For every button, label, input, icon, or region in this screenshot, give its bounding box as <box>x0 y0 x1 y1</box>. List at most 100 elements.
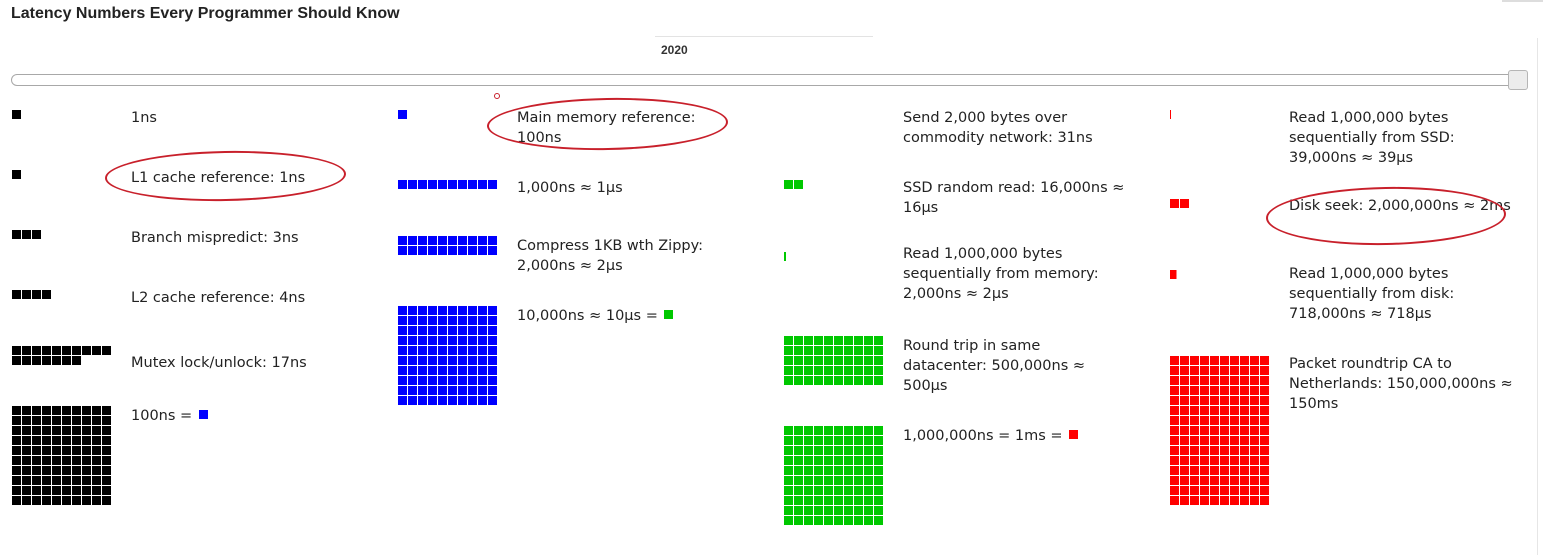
latency-square <box>478 180 487 189</box>
latency-square <box>1250 466 1259 475</box>
latency-square <box>794 446 803 455</box>
year-slider-handle[interactable] <box>1508 70 1528 90</box>
latency-square <box>468 366 477 375</box>
latency-square <box>32 426 41 435</box>
latency-square <box>1230 466 1239 475</box>
latency-square <box>82 466 91 475</box>
latency-label: Branch mispredict: 3ns <box>131 230 299 246</box>
latency-square <box>784 336 793 345</box>
latency-square <box>1260 486 1269 495</box>
latency-square <box>72 456 81 465</box>
latency-square <box>52 466 61 475</box>
latency-square <box>478 376 487 385</box>
latency-square <box>82 476 91 485</box>
latency-square <box>1210 386 1219 395</box>
latency-square <box>92 456 101 465</box>
latency-square <box>82 416 91 425</box>
latency-square <box>52 456 61 465</box>
latency-square <box>1200 366 1209 375</box>
latency-square <box>844 446 853 455</box>
latency-square <box>438 396 447 405</box>
latency-label: Disk seek: 2,000,000ns ≈ 2ms <box>1289 198 1511 214</box>
latency-square <box>62 486 71 495</box>
latency-square <box>814 516 823 525</box>
latency-square <box>854 356 863 365</box>
latency-square <box>1170 376 1179 385</box>
latency-square <box>1180 386 1189 395</box>
latency-square <box>398 356 407 365</box>
latency-square <box>1230 376 1239 385</box>
square-grid <box>1170 199 1269 208</box>
latency-square <box>468 336 477 345</box>
year-slider-track[interactable] <box>11 74 1526 86</box>
latency-square <box>824 376 833 385</box>
latency-square <box>458 326 467 335</box>
latency-square <box>22 456 31 465</box>
latency-square <box>22 496 31 505</box>
latency-square <box>834 346 843 355</box>
latency-square <box>1220 376 1229 385</box>
latency-square <box>1180 376 1189 385</box>
square-grid <box>12 346 111 365</box>
latency-square <box>874 356 883 365</box>
latency-square <box>784 496 793 505</box>
latency-square <box>844 376 853 385</box>
latency-square <box>814 426 823 435</box>
latency-square <box>834 376 843 385</box>
latency-square <box>398 376 407 385</box>
latency-square <box>1180 356 1189 365</box>
latency-square <box>92 486 101 495</box>
latency-square <box>478 336 487 345</box>
latency-square <box>834 436 843 445</box>
latency-square <box>1200 476 1209 485</box>
latency-square <box>1230 386 1239 395</box>
latency-square <box>92 406 101 415</box>
latency-square <box>784 476 793 485</box>
latency-square <box>398 316 407 325</box>
latency-square <box>804 436 813 445</box>
latency-square <box>488 326 497 335</box>
latency-square <box>32 230 41 239</box>
latency-square <box>468 306 477 315</box>
latency-square <box>1250 426 1259 435</box>
latency-square <box>1220 496 1229 505</box>
latency-square <box>804 456 813 465</box>
latency-square <box>408 180 417 189</box>
latency-square <box>844 456 853 465</box>
latency-square <box>408 246 417 255</box>
latency-square <box>488 246 497 255</box>
latency-square <box>102 426 111 435</box>
latency-square <box>784 346 793 355</box>
latency-label: Compress 1KB wth Zippy: 2,000ns ≈ 2μs <box>517 238 704 274</box>
latency-square <box>408 356 417 365</box>
latency-square <box>854 456 863 465</box>
latency-square <box>22 476 31 485</box>
latency-square <box>458 386 467 395</box>
latency-label: Packet roundtrip CA to Netherlands: 150,… <box>1289 356 1513 412</box>
latency-square <box>804 486 813 495</box>
square-grid <box>784 180 883 189</box>
latency-square <box>72 446 81 455</box>
latency-square <box>458 346 467 355</box>
latency-square <box>824 356 833 365</box>
latency-square <box>1210 476 1219 485</box>
latency-square <box>32 290 41 299</box>
latency-square <box>1230 356 1239 365</box>
latency-square <box>1200 496 1209 505</box>
latency-square <box>834 446 843 455</box>
latency-square <box>478 316 487 325</box>
latency-square <box>824 436 833 445</box>
latency-square <box>52 436 61 445</box>
latency-square <box>52 446 61 455</box>
latency-square <box>32 476 41 485</box>
latency-square <box>102 446 111 455</box>
latency-square <box>1260 366 1269 375</box>
latency-square <box>834 506 843 515</box>
latency-square <box>1180 476 1189 485</box>
latency-label: Round trip in same datacenter: 500,000ns… <box>903 338 1086 394</box>
latency-label: 10,000ns ≈ 10μs = <box>517 306 743 326</box>
latency-square <box>854 336 863 345</box>
latency-square <box>82 436 91 445</box>
latency-square <box>1180 366 1189 375</box>
latency-label: 1ns <box>131 110 157 126</box>
